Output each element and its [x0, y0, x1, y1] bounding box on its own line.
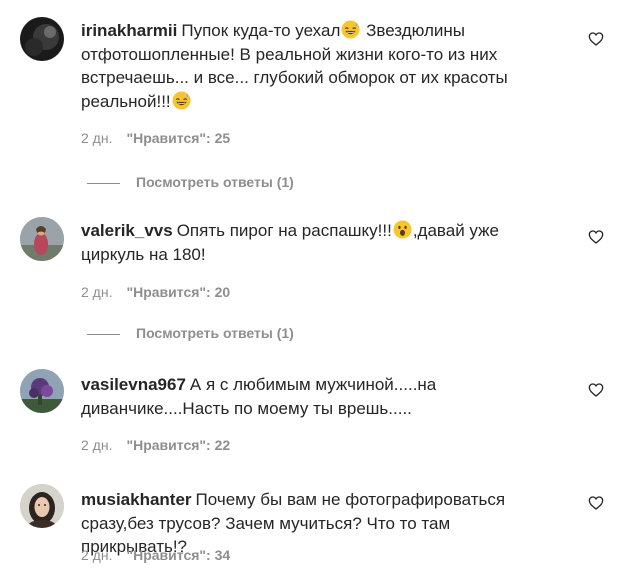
grinning-sweat-emoji — [172, 90, 191, 110]
comment-username[interactable]: vasilevna967 — [81, 375, 186, 394]
comment-time: 2 дн. — [81, 130, 113, 146]
comment-time: 2 дн. — [81, 547, 113, 563]
view-replies-button[interactable]: Посмотреть ответы (1) — [87, 324, 294, 342]
like-heart-icon[interactable] — [588, 229, 604, 245]
comment-text: vasilevna967 А я с любимым мужчиной.....н… — [81, 373, 551, 420]
view-replies-button[interactable]: Посмотреть ответы (1) — [87, 173, 294, 191]
comment-meta: 2 дн. "Нравится": 20 — [81, 283, 230, 301]
avatar[interactable] — [20, 484, 64, 528]
comment-text: valerik_vvs Опять пирог на распашку!!! ,да… — [81, 219, 551, 266]
like-heart-icon[interactable] — [588, 382, 604, 398]
like-heart-icon[interactable] — [588, 31, 604, 47]
replies-divider — [87, 333, 120, 335]
avatar[interactable] — [20, 217, 64, 261]
comment-text: irinakharmii Пупок куда-то уехал Звездюли… — [81, 19, 551, 113]
comment-text-part: Опять пирог на распашку!!! — [176, 221, 392, 240]
comment-likes[interactable]: "Нравится": 22 — [126, 437, 230, 453]
comment-likes[interactable]: "Нравится": 20 — [126, 284, 230, 300]
view-replies-label: Посмотреть ответы (1) — [136, 174, 294, 190]
astonished-face-emoji — [393, 220, 412, 239]
avatar[interactable] — [20, 369, 64, 413]
comment-time: 2 дн. — [81, 437, 113, 453]
comment-username[interactable]: musiakhanter — [81, 490, 192, 509]
replies-divider — [87, 182, 120, 184]
comment-text-part: Пупок куда-то уехал — [181, 21, 341, 40]
comment-time: 2 дн. — [81, 284, 113, 300]
view-replies-label: Посмотреть ответы (1) — [136, 325, 294, 341]
comment-meta: 2 дн. "Нравится": 34 — [81, 546, 230, 564]
comment-meta: 2 дн. "Нравится": 25 — [81, 129, 230, 147]
like-heart-icon[interactable] — [588, 495, 604, 511]
avatar[interactable] — [20, 17, 64, 61]
comment-likes[interactable]: "Нравится": 25 — [126, 130, 230, 146]
comment-meta: 2 дн. "Нравится": 22 — [81, 436, 230, 454]
comment-likes[interactable]: "Нравится": 34 — [126, 547, 230, 563]
grinning-sweat-emoji — [341, 20, 360, 39]
comment-username[interactable]: irinakharmii — [81, 21, 177, 40]
comment-username[interactable]: valerik_vvs — [81, 221, 173, 240]
